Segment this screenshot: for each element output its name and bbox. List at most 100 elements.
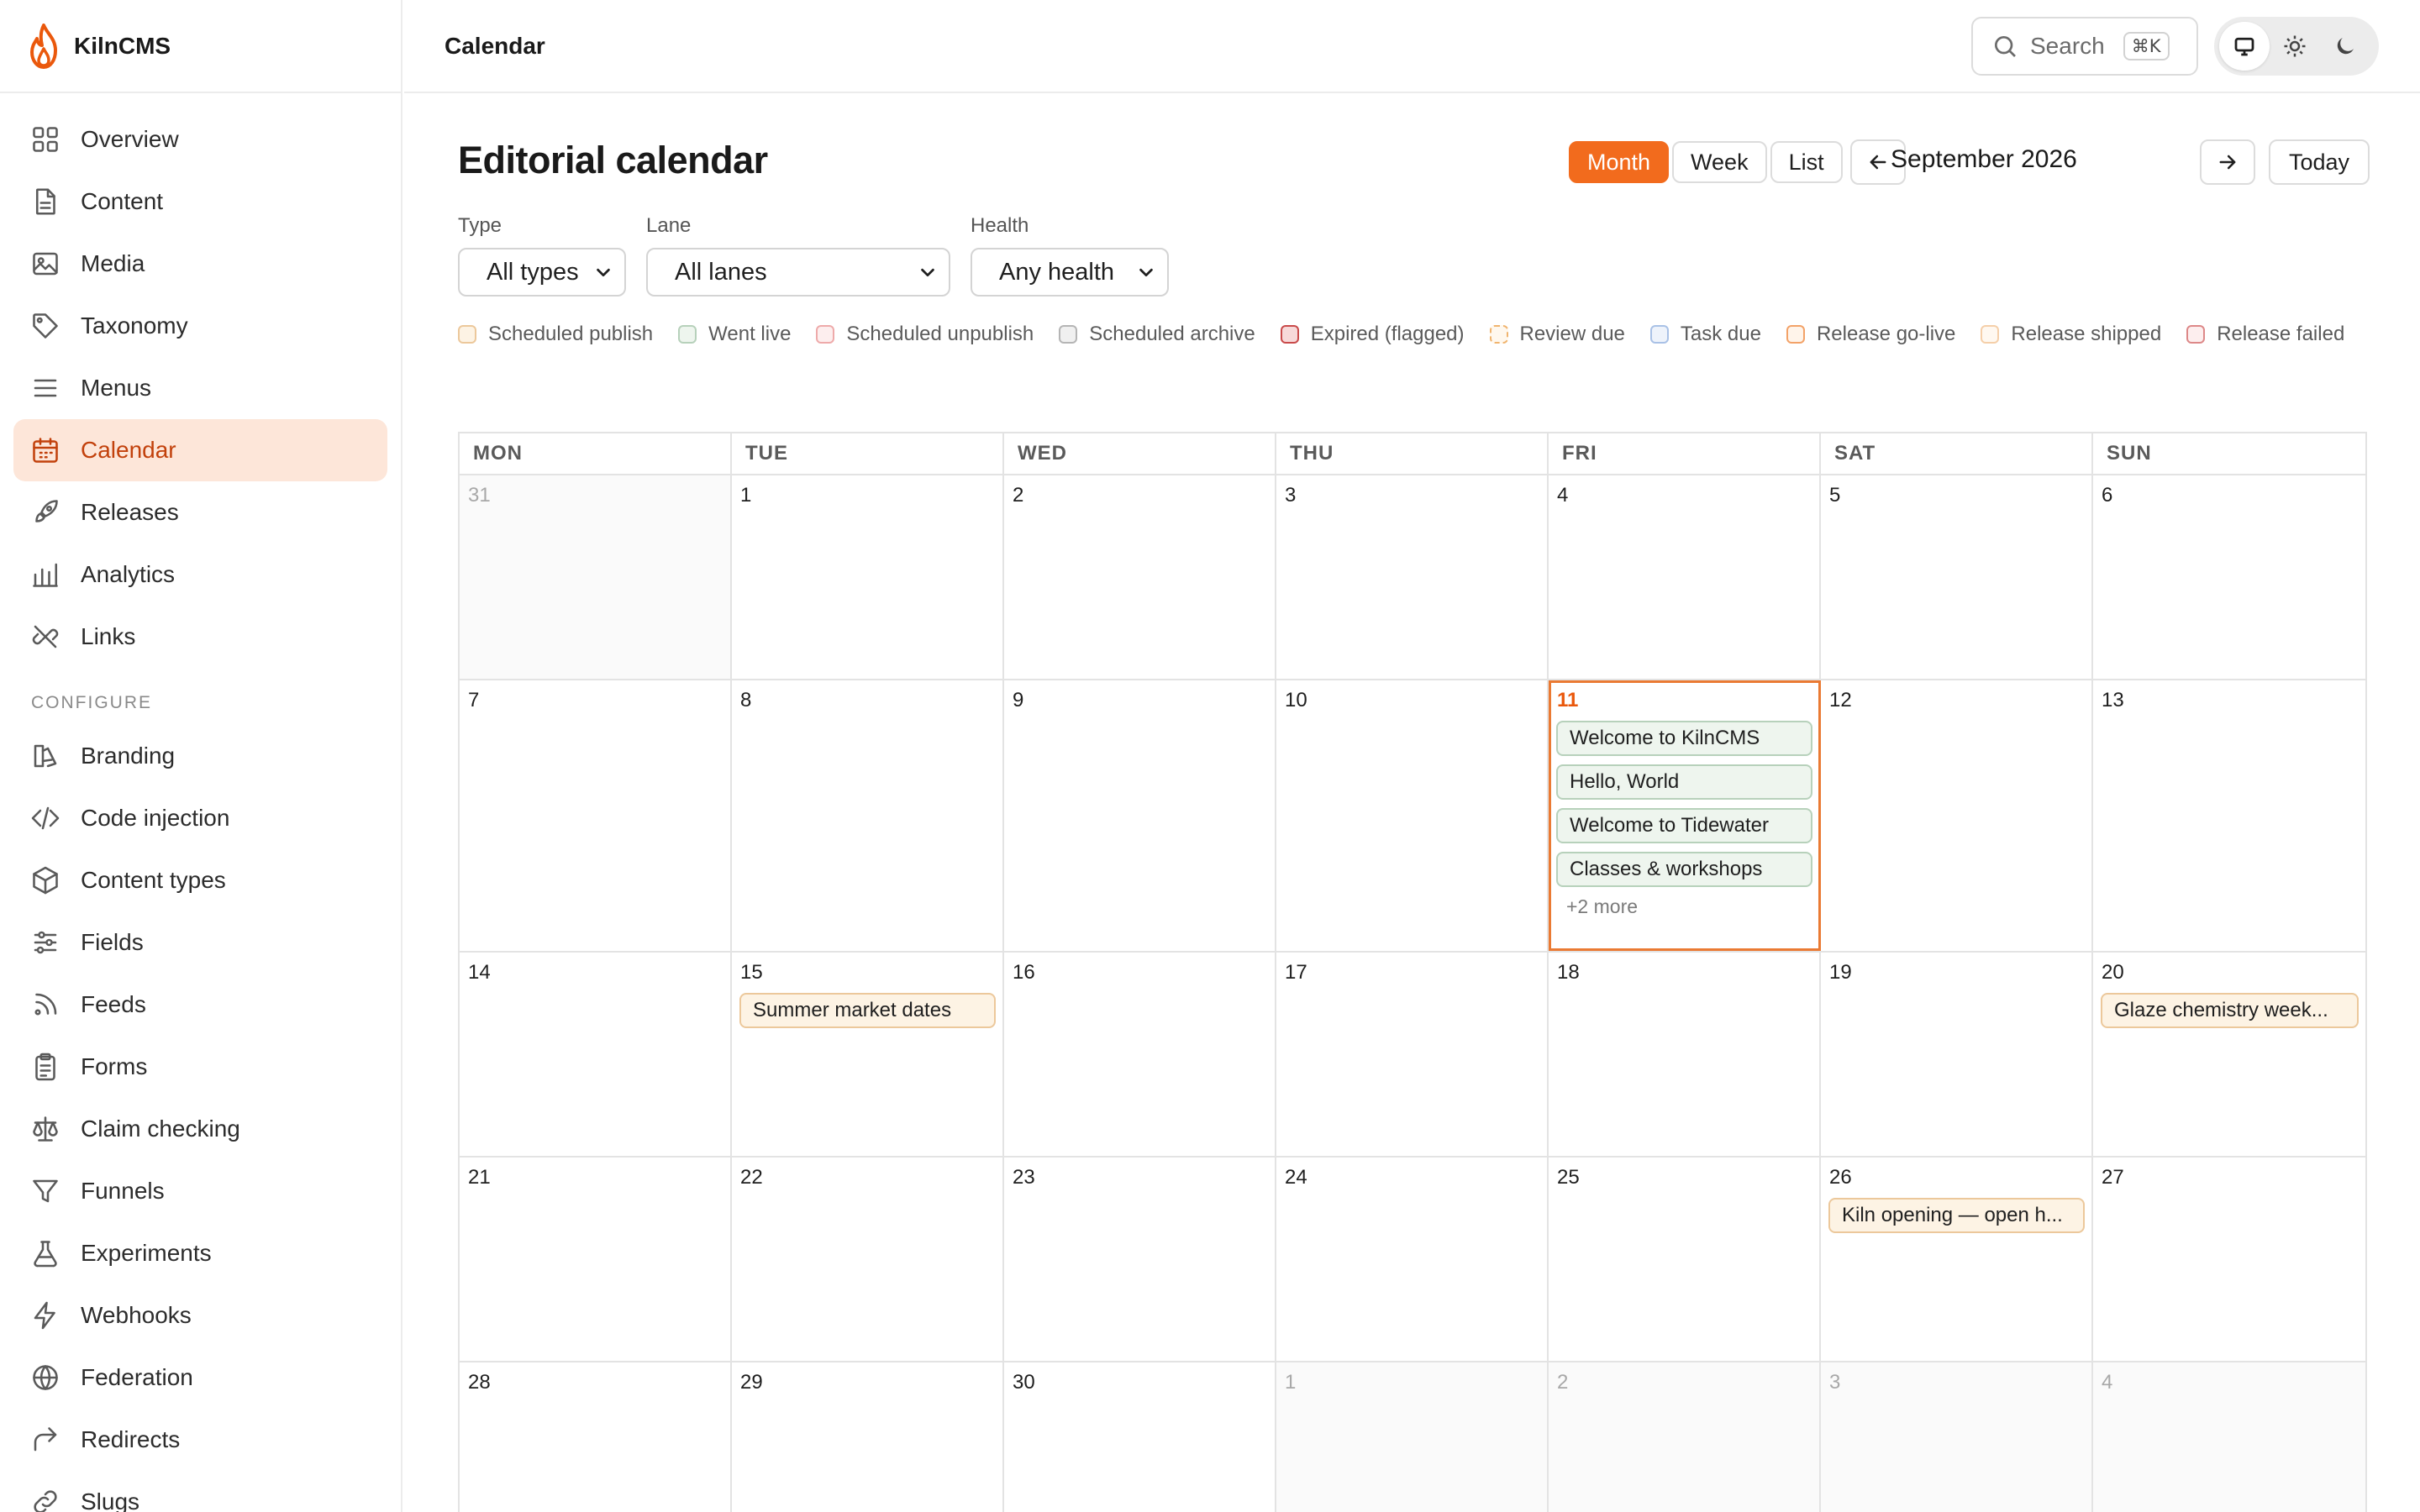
sidebar-item-content[interactable]: Content — [13, 171, 387, 233]
sidebar-item-fields[interactable]: Fields — [13, 911, 387, 974]
calendar-day-cell[interactable]: 20 Glaze chemistry week... — [2093, 953, 2365, 1156]
calendar-day-cell[interactable]: 9 — [1004, 680, 1276, 951]
calendar-day-cell[interactable]: 5 — [1821, 475, 2093, 679]
sidebar-item-slugs[interactable]: Slugs — [13, 1471, 387, 1512]
sidebar-item-media[interactable]: Media — [13, 233, 387, 295]
calendar-week-row: 31 1 2 3 4 5 6 — [460, 475, 2365, 680]
calendar-day-cell[interactable]: 15 Summer market dates — [732, 953, 1004, 1156]
calendar-day-cell[interactable]: 12 — [1821, 680, 2093, 951]
more-events-link[interactable]: +2 more — [1556, 895, 1812, 918]
calendar-day-cell[interactable]: 10 — [1276, 680, 1549, 951]
calendar-day-cell[interactable]: 7 — [460, 680, 732, 951]
calendar-day-cell[interactable]: 26 Kiln opening — open h... — [1821, 1158, 2093, 1361]
funnel-icon — [33, 1179, 58, 1203]
legend-swatch — [1981, 325, 2000, 344]
calendar-day-cell[interactable]: 1 — [1276, 1362, 1549, 1512]
calendar-day-cell[interactable]: 30 — [1004, 1362, 1276, 1512]
arrow-right-icon — [2219, 155, 2236, 170]
view-month-button[interactable]: Month — [1569, 141, 1670, 183]
sidebar-item-feeds[interactable]: Feeds — [13, 974, 387, 1036]
legend-label: Task due — [1680, 323, 1761, 345]
calendar-day-cell[interactable]: 21 — [460, 1158, 732, 1361]
type-select[interactable]: All types — [458, 248, 626, 297]
calendar-day-cell[interactable]: 14 — [460, 953, 732, 1156]
sidebar-item-label: Funnels — [81, 1178, 165, 1204]
calendar-day-cell[interactable]: 13 — [2093, 680, 2365, 951]
brand[interactable]: KilnCMS — [0, 0, 401, 93]
view-list-button[interactable]: List — [1770, 141, 1843, 183]
calendar-day-cell[interactable]: 18 — [1549, 953, 1821, 1156]
sidebar-item-calendar[interactable]: Calendar — [13, 419, 387, 481]
sidebar-item-forms[interactable]: Forms — [13, 1036, 387, 1098]
legend-swatch — [2186, 325, 2206, 344]
theme-light-button[interactable] — [2270, 22, 2320, 71]
calendar-day-cell[interactable]: 25 — [1549, 1158, 1821, 1361]
calendar-day-cell[interactable]: 27 — [2093, 1158, 2365, 1361]
calendar-day-cell[interactable]: 4 — [2093, 1362, 2365, 1512]
calendar-day-cell[interactable]: 3 — [1276, 475, 1549, 679]
next-month-button[interactable] — [2200, 139, 2255, 185]
sidebar-item-branding[interactable]: Branding — [13, 725, 387, 787]
sidebar-item-code-injection[interactable]: Code injection — [13, 787, 387, 849]
calendar-event[interactable]: Hello, World — [1556, 764, 1812, 800]
sidebar-item-label: Webhooks — [81, 1302, 192, 1328]
calendar-day-cell-today[interactable]: 11 Welcome to KilnCMS Hello, World Welcome … — [1549, 680, 1821, 951]
sidebar-item-menus[interactable]: Menus — [13, 357, 387, 419]
sidebar-item-funnels[interactable]: Funnels — [13, 1160, 387, 1222]
sidebar-item-claim-checking[interactable]: Claim checking — [13, 1098, 387, 1160]
sidebar-item-content-types[interactable]: Content types — [13, 849, 387, 911]
calendar-day-cell[interactable]: 4 — [1549, 475, 1821, 679]
sidebar-item-taxonomy[interactable]: Taxonomy — [13, 295, 387, 357]
legend-item-scheduled-archive: Scheduled archive — [1059, 322, 1255, 347]
theme-dark-button[interactable] — [2320, 22, 2370, 71]
calendar-day-cell[interactable]: 2 — [1549, 1362, 1821, 1512]
calendar-day-cell[interactable]: 1 — [732, 475, 1004, 679]
calendar-day-cell[interactable]: 19 — [1821, 953, 2093, 1156]
sidebar-item-releases[interactable]: Releases — [13, 481, 387, 543]
search-placeholder: Search — [2030, 33, 2105, 59]
calendar-event[interactable]: Glaze chemistry week... — [2101, 993, 2359, 1028]
rocket-icon — [35, 500, 58, 522]
calendar-day-cell[interactable]: 24 — [1276, 1158, 1549, 1361]
sidebar-item-webhooks[interactable]: Webhooks — [13, 1284, 387, 1347]
sidebar-item-label: Content types — [81, 867, 226, 893]
calendar-day-cell[interactable]: 22 — [732, 1158, 1004, 1361]
weekday-sun: SUN — [2107, 442, 2152, 465]
scale-icon — [33, 1116, 58, 1142]
calendar-event[interactable]: Welcome to Tidewater — [1556, 808, 1812, 843]
calendar-day-cell[interactable]: 29 — [732, 1362, 1004, 1512]
day-number: 28 — [468, 1371, 491, 1394]
sidebar-item-experiments[interactable]: Experiments — [13, 1222, 387, 1284]
lane-select[interactable]: All lanes — [646, 248, 950, 297]
search-button[interactable]: Search ⌘K — [1971, 17, 2198, 76]
view-switch: Month Week List — [1569, 141, 1843, 183]
sidebar-item-federation[interactable]: Federation — [13, 1347, 387, 1409]
calendar-day-cell[interactable]: 8 — [732, 680, 1004, 951]
filter-health: Health Any health — [971, 214, 1169, 297]
bolt-icon — [34, 1301, 55, 1330]
today-button[interactable]: Today — [2269, 139, 2370, 185]
view-week-button[interactable]: Week — [1672, 141, 1767, 183]
calendar-day-cell[interactable]: 2 — [1004, 475, 1276, 679]
calendar-day-cell[interactable]: 17 — [1276, 953, 1549, 1156]
calendar-event[interactable]: Welcome to KilnCMS — [1556, 721, 1812, 756]
theme-system-button[interactable] — [2219, 22, 2270, 71]
calendar-day-cell[interactable]: 3 — [1821, 1362, 2093, 1512]
calendar-day-cell[interactable]: 31 — [460, 475, 732, 679]
grid-icon — [33, 127, 58, 152]
page-header-title: Calendar — [445, 32, 545, 59]
sidebar-item-overview[interactable]: Overview — [13, 108, 387, 171]
calendar-event[interactable]: Kiln opening — open h... — [1828, 1198, 2085, 1233]
calendar-event[interactable]: Summer market dates — [739, 993, 996, 1028]
health-select[interactable]: Any health — [971, 248, 1169, 297]
calendar-day-cell[interactable]: 23 — [1004, 1158, 1276, 1361]
tag-icon — [33, 313, 58, 339]
sidebar-item-redirects[interactable]: Redirects — [13, 1409, 387, 1471]
sidebar-item-links[interactable]: Links — [13, 606, 387, 668]
day-number: 3 — [1829, 1371, 1841, 1394]
calendar-day-cell[interactable]: 6 — [2093, 475, 2365, 679]
calendar-day-cell[interactable]: 16 — [1004, 953, 1276, 1156]
calendar-day-cell[interactable]: 28 — [460, 1362, 732, 1512]
sidebar-item-analytics[interactable]: Analytics — [13, 543, 387, 606]
calendar-event[interactable]: Classes & workshops — [1556, 852, 1812, 887]
